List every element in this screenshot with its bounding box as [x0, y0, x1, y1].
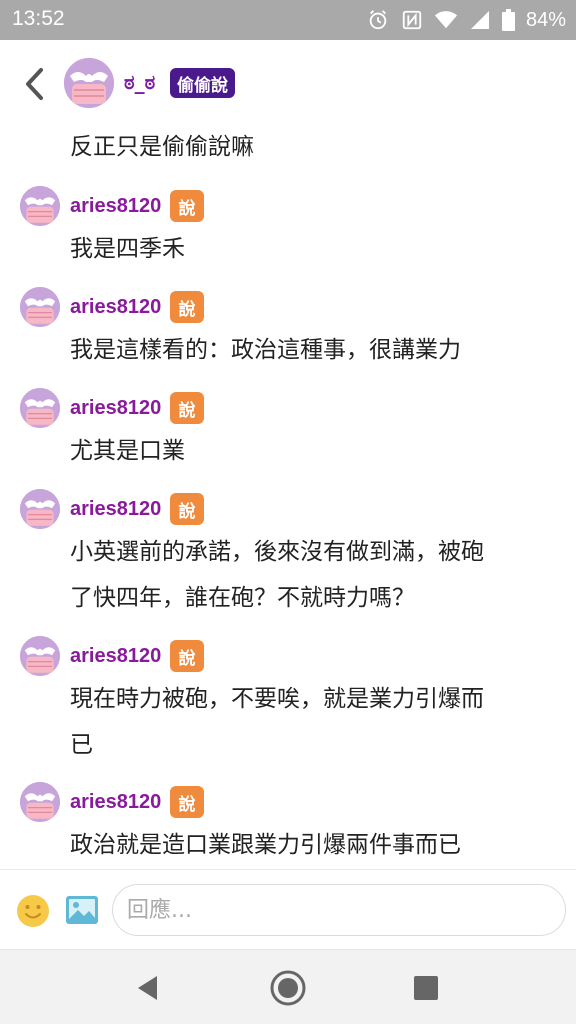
comment-username[interactable]: aries8120 — [70, 791, 161, 814]
reply-bar — [0, 869, 576, 949]
image-icon — [66, 896, 98, 924]
avatar[interactable] — [20, 782, 60, 822]
back-triangle-icon — [138, 976, 157, 1000]
post-text: 反正只是偷偷說嘛 — [70, 134, 254, 160]
comment-type-badge: 說 — [170, 493, 204, 525]
wifi-icon — [434, 8, 458, 32]
comment-username[interactable]: aries8120 — [70, 498, 161, 521]
image-button[interactable] — [64, 892, 100, 928]
status-time: 13:52 — [12, 7, 65, 30]
emoji-button[interactable] — [16, 894, 50, 928]
comment-text: 小英選前的承諾，後來沒有做到滿，被砲 了快四年，誰在砲？不就時力嗎？ — [70, 529, 560, 621]
comment-text: 政治就是造口業跟業力引爆兩件事而已 — [70, 822, 560, 868]
comment-type-badge: 說 — [170, 190, 204, 222]
system-nav-bar — [0, 949, 576, 1024]
comment-username[interactable]: aries8120 — [70, 296, 161, 319]
post-type-badge: 偷偷說 — [170, 68, 235, 98]
comment-username[interactable]: aries8120 — [70, 195, 161, 218]
nav-home-button[interactable] — [268, 968, 308, 1008]
comment-text-line: 現在時力被砲，不要唉，就是業力引爆而 — [70, 686, 484, 712]
comment-text: 我是這樣看的：政治這種事，很講業力 — [70, 327, 560, 373]
comment-type-badge: 說 — [170, 291, 204, 323]
avatar[interactable] — [64, 58, 114, 108]
comment-text-line: 政治就是造口業跟業力引爆兩件事而已 — [70, 832, 461, 858]
reply-input[interactable] — [112, 884, 566, 936]
comment-text: 尤其是口業 — [70, 428, 560, 474]
avatar[interactable] — [20, 489, 60, 529]
comment-text-line: 我是這樣看的：政治這種事，很講業力 — [70, 337, 461, 363]
comment-text-line: 尤其是口業 — [70, 438, 185, 464]
post-header: ಠ_ಠ 偷偷說 — [0, 40, 576, 130]
comment-text: 現在時力被砲，不要唉，就是業力引爆而已 — [70, 676, 560, 768]
nav-recents-button[interactable] — [406, 968, 446, 1008]
comment-type-badge: 說 — [170, 786, 204, 818]
comment-username[interactable]: aries8120 — [70, 645, 161, 668]
comment-type-badge: 說 — [170, 392, 204, 424]
avatar[interactable] — [20, 636, 60, 676]
comment-type-badge: 說 — [170, 640, 204, 672]
status-bar: 13:52 84% — [0, 0, 576, 40]
avatar[interactable] — [20, 186, 60, 226]
poster-username[interactable]: ಠ_ಠ — [124, 70, 155, 94]
comment-text-line: 我是四季禾 — [70, 236, 185, 262]
battery-percent: 84% — [525, 8, 566, 31]
back-button[interactable] — [14, 62, 54, 106]
avatar[interactable] — [20, 388, 60, 428]
comment-text: 我是四季禾 — [70, 226, 560, 272]
nav-back-button[interactable] — [128, 968, 168, 1008]
comment-username[interactable]: aries8120 — [70, 397, 161, 420]
comment-text-line: 已 — [70, 732, 93, 758]
signal-icon — [468, 8, 492, 32]
alarm-icon — [366, 8, 390, 32]
nfc-icon — [400, 8, 424, 32]
comment-text-line: 小英選前的承諾，後來沒有做到滿，被砲 — [70, 539, 484, 565]
comment-text-line: 了快四年，誰在砲？不就時力嗎？ — [70, 585, 415, 611]
battery-icon — [502, 8, 516, 32]
home-circle-icon — [270, 970, 306, 1006]
recents-square-icon — [414, 976, 438, 1000]
chevron-left-icon — [26, 68, 43, 100]
smiley-icon — [17, 895, 49, 927]
avatar[interactable] — [20, 287, 60, 327]
